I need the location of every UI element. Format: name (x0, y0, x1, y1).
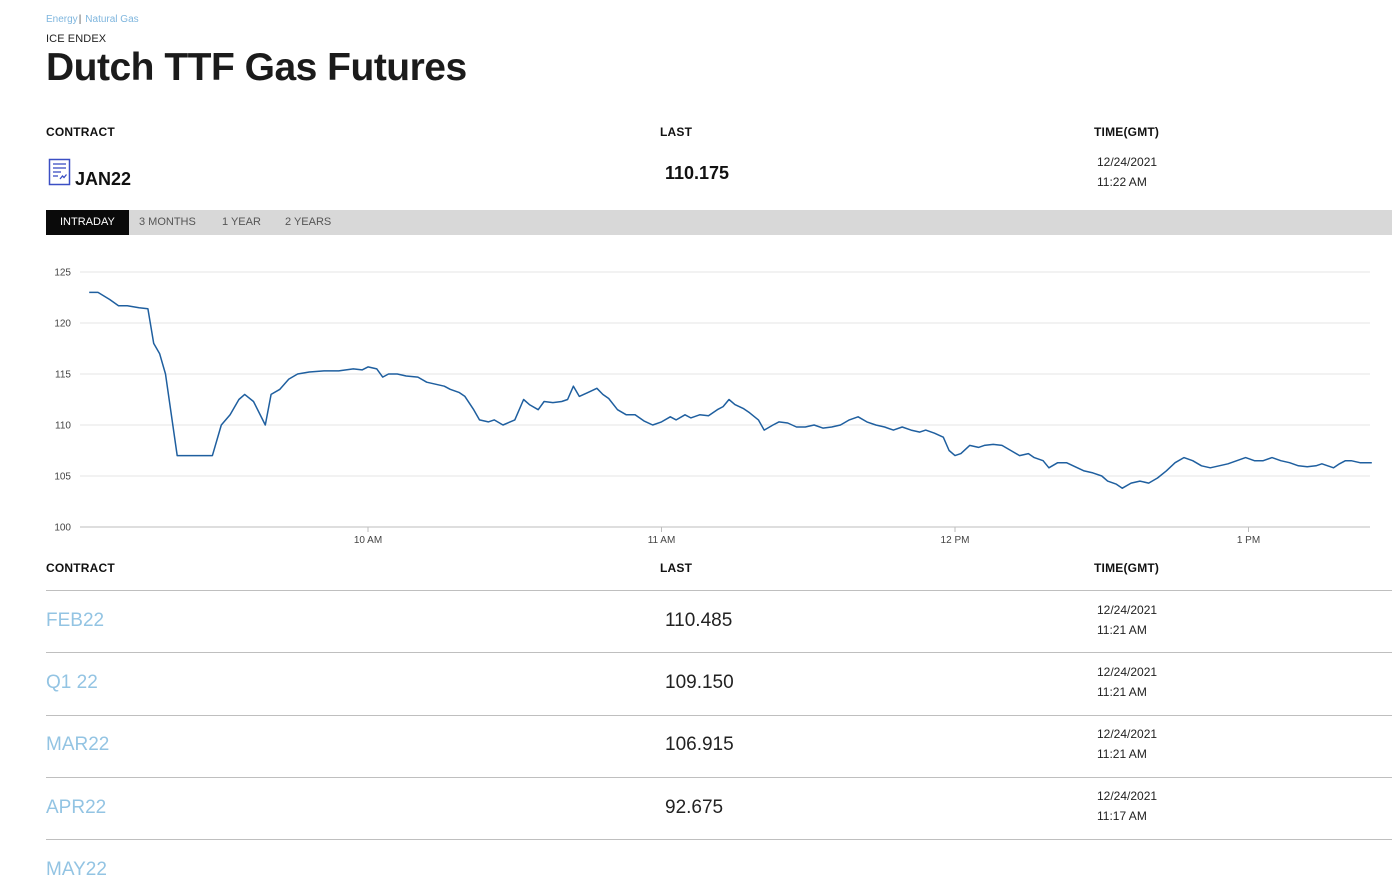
y-tick-label: 110 (55, 421, 71, 432)
row-time: 11:21 AM (1097, 623, 1147, 637)
row-divider (46, 590, 1392, 591)
contract-header: CONTRACT (46, 125, 115, 139)
document-chart-icon[interactable] (48, 158, 72, 186)
row-last-price: 110.485 (665, 610, 733, 631)
breadcrumb: Energy| Natural Gas (46, 14, 139, 25)
page-title: Dutch TTF Gas Futures (46, 46, 467, 89)
tab-3-months[interactable]: 3 MONTHS (125, 210, 210, 235)
row-divider (46, 777, 1392, 778)
intraday-price-chart: 100 105 110 115 120 125 10 AM 11 AM 12 PM 1 PM (54, 268, 1372, 546)
x-tick-label: 1 PM (1237, 535, 1260, 546)
row-last-price: 106.915 (665, 734, 734, 755)
breadcrumb-separator: | (78, 14, 82, 25)
main-last-price: 110.175 (665, 163, 730, 183)
x-tick-label: 11 AM (648, 535, 676, 546)
y-tick-label: 100 (54, 523, 71, 534)
tab-2-years[interactable]: 2 YEARS (271, 210, 345, 235)
row-last-price: 92.675 (665, 797, 724, 818)
row-timestamp: 12/24/2021 11:21 AM (1097, 662, 1157, 702)
row-contract-link[interactable]: MAR22 (46, 734, 109, 756)
table-contract-header: CONTRACT (46, 561, 115, 575)
price-series-line (89, 291, 1372, 489)
breadcrumb-energy-link[interactable]: Energy (46, 14, 78, 25)
table-last-header: LAST (660, 561, 693, 575)
row-time: 11:17 AM (1097, 809, 1147, 823)
row-contract-link[interactable]: Q1 22 (46, 672, 98, 694)
breadcrumb-natural-gas-link[interactable]: Natural Gas (85, 14, 138, 25)
time-header: TIME(GMT) (1094, 125, 1160, 139)
y-tick-label: 105 (54, 472, 71, 483)
y-tick-label: 120 (54, 319, 71, 330)
main-time: 11:22 AM (1097, 175, 1147, 189)
row-timestamp: 12/24/2021 11:21 AM (1097, 600, 1157, 640)
row-date: 12/24/2021 (1097, 727, 1158, 741)
range-tabs: INTRADAY 3 MONTHS 1 YEAR 2 YEARS (46, 210, 1392, 235)
main-contract: JAN22 (75, 169, 132, 189)
main-timestamp: 12/24/2021 11:22 AM (1097, 152, 1157, 192)
y-tick-label: 115 (55, 370, 71, 381)
row-timestamp: 12/24/2021 11:17 AM (1097, 786, 1157, 826)
main-date: 12/24/2021 (1097, 155, 1158, 169)
row-last-price: 109.150 (665, 672, 734, 693)
row-date: 12/24/2021 (1097, 665, 1158, 679)
row-time: 11:21 AM (1097, 747, 1147, 761)
row-date: 12/24/2021 (1097, 603, 1158, 617)
row-timestamp: 12/24/2021 11:21 AM (1097, 724, 1157, 764)
tab-intraday[interactable]: INTRADAY (46, 210, 129, 235)
row-divider (46, 715, 1392, 716)
x-tick-label: 12 PM (941, 535, 970, 546)
row-contract-link[interactable]: FEB22 (46, 610, 104, 632)
row-time: 11:21 AM (1097, 685, 1147, 699)
row-divider (46, 839, 1392, 840)
row-divider (46, 652, 1392, 653)
x-tick-label: 10 AM (354, 535, 382, 546)
row-contract-link[interactable]: APR22 (46, 797, 106, 819)
tab-1-year[interactable]: 1 YEAR (208, 210, 275, 235)
table-time-header: TIME(GMT) (1094, 561, 1160, 575)
exchange-label: ICE ENDEX (46, 33, 107, 45)
row-contract-link[interactable]: MAY22 (46, 859, 107, 881)
row-date: 12/24/2021 (1097, 789, 1158, 803)
last-header: LAST (660, 125, 693, 139)
y-tick-label: 125 (54, 268, 71, 279)
